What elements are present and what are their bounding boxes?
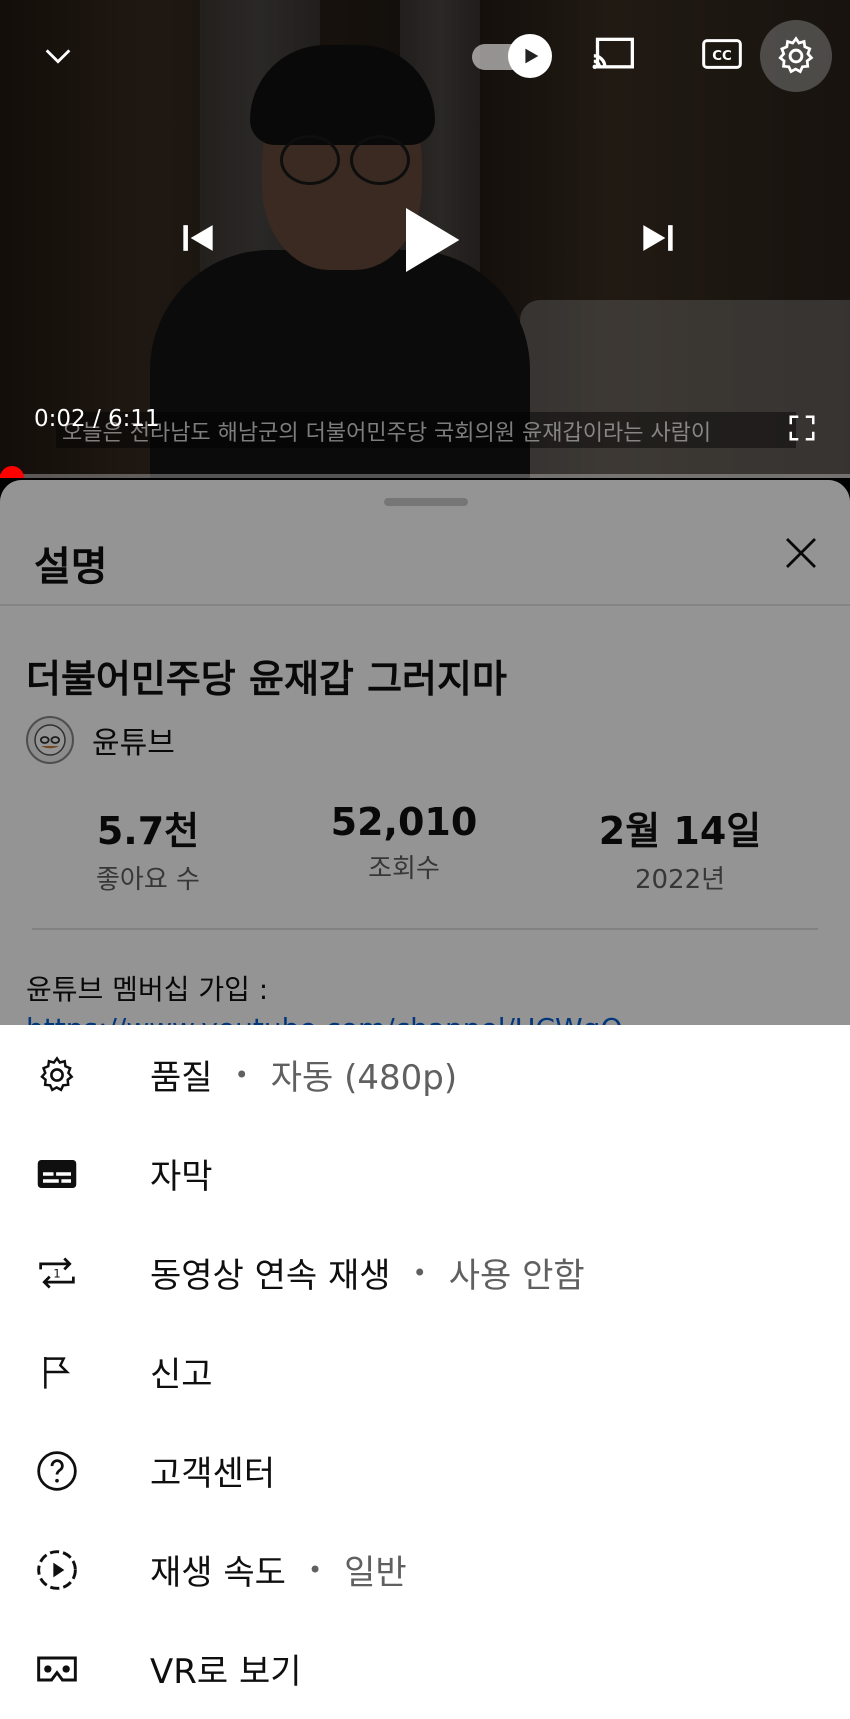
repeat-one-icon: 1 (34, 1250, 80, 1296)
svg-text:1: 1 (53, 1266, 61, 1280)
autoplay-play-icon (508, 34, 552, 78)
menu-label: 고객센터 (150, 1454, 276, 1494)
subtitle-caption: 오늘은 전라남도 해남군의 더불어민주당 국회의원 윤재갑이라는 사람이 (56, 412, 796, 448)
menu-label: 신고 (150, 1355, 213, 1395)
previous-icon[interactable] (170, 210, 226, 266)
chevron-down-icon[interactable] (38, 36, 78, 76)
settings-gear-icon[interactable] (760, 20, 832, 92)
menu-label: 동영상 연속 재생 (150, 1256, 391, 1296)
flag-icon (34, 1349, 80, 1395)
menu-label-row: 신고 (150, 1347, 213, 1396)
menu-value: 일반 (344, 1553, 407, 1593)
closed-captions-icon[interactable]: CC (700, 32, 744, 76)
menu-label-row: 재생 속도 • 일반 (150, 1545, 407, 1594)
settings-sheet: 품질 • 자동 (480p) 자막 1 동영상 연속 재생 • 사용 안함 신고 (0, 1025, 850, 1719)
menu-label-row: 동영상 연속 재생 • 사용 안함 (150, 1248, 585, 1297)
help-icon (34, 1448, 80, 1494)
svg-text:CC: CC (712, 49, 732, 64)
menu-value: 자동 (480p) (270, 1058, 458, 1098)
menu-item-help[interactable]: 고객센터 (0, 1421, 850, 1520)
menu-item-report[interactable]: 신고 (0, 1322, 850, 1421)
separator-dot: • (234, 1060, 249, 1089)
subtitles-icon (34, 1151, 80, 1197)
playback-speed-icon (34, 1547, 80, 1593)
menu-item-quality[interactable]: 품질 • 자동 (480p) (0, 1025, 850, 1124)
menu-label-row: 고객센터 (150, 1446, 275, 1495)
menu-label-row: VR로 보기 (150, 1644, 302, 1693)
gear-icon (34, 1052, 80, 1098)
separator-dot: • (412, 1258, 427, 1287)
progress-bar[interactable] (0, 474, 850, 478)
menu-label: 자막 (150, 1157, 213, 1197)
cast-icon[interactable] (590, 32, 638, 76)
menu-value: 사용 안함 (448, 1256, 585, 1296)
menu-label: 품질 (150, 1058, 213, 1098)
menu-label: 재생 속도 (150, 1553, 286, 1593)
scrim-overlay[interactable] (0, 480, 850, 1025)
next-icon[interactable] (630, 210, 686, 266)
menu-item-captions[interactable]: 자막 (0, 1124, 850, 1223)
play-icon[interactable] (390, 200, 470, 280)
menu-label-row: 품질 • 자동 (480p) (150, 1050, 457, 1099)
menu-item-autoplay[interactable]: 1 동영상 연속 재생 • 사용 안함 (0, 1223, 850, 1322)
separator-dot: • (307, 1555, 323, 1584)
playback-time: 0:02 / 6:11 (34, 406, 160, 432)
fullscreen-icon[interactable] (782, 408, 822, 448)
menu-label-row: 자막 (150, 1149, 213, 1198)
vr-icon (34, 1646, 80, 1692)
autoplay-toggle[interactable] (472, 34, 552, 78)
menu-label: VR로 보기 (150, 1652, 302, 1692)
video-player[interactable]: CC 오늘은 전라남도 해남군의 더불어민주당 국회의원 윤재갑이라는 사람이 … (0, 0, 850, 478)
menu-item-vr[interactable]: VR로 보기 (0, 1619, 850, 1718)
menu-item-playback-speed[interactable]: 재생 속도 • 일반 (0, 1520, 850, 1619)
